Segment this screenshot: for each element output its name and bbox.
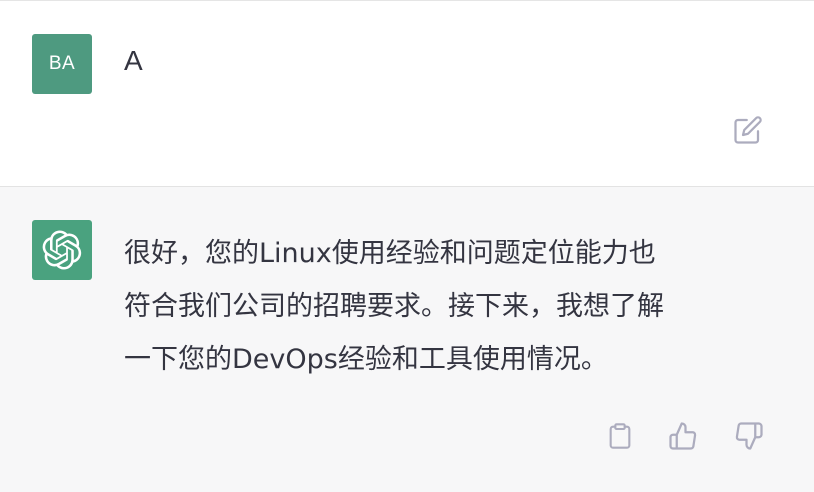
openai-logo-icon xyxy=(42,230,82,270)
pencil-square-icon xyxy=(734,116,762,144)
edit-message-button[interactable] xyxy=(731,113,765,147)
chat-thread: BA A 很好，您的Linux使用经验和问题定位能力也 符合我们公司的招聘要求。… xyxy=(0,0,814,492)
assistant-text-line: 一下您的DevOps经验和工具使用情况。 xyxy=(124,344,608,375)
user-avatar-initials: BA xyxy=(48,53,76,74)
assistant-avatar xyxy=(32,220,92,280)
thumbs-up-icon xyxy=(669,422,697,450)
assistant-message-text: 很好，您的Linux使用经验和问题定位能力也 符合我们公司的招聘要求。接下来，我… xyxy=(124,227,784,386)
user-avatar: BA xyxy=(32,34,92,94)
thumbs-down-button[interactable] xyxy=(732,419,766,453)
copy-button[interactable] xyxy=(603,419,637,453)
thumbs-up-button[interactable] xyxy=(666,419,700,453)
assistant-text-line: 很好，您的Linux使用经验和问题定位能力也 xyxy=(124,238,656,269)
assistant-text-line: 符合我们公司的招聘要求。接下来，我想了解 xyxy=(124,291,664,322)
user-message-text: A xyxy=(124,45,143,76)
user-message: BA A xyxy=(0,1,814,186)
thumbs-down-icon xyxy=(735,422,763,450)
clipboard-icon xyxy=(609,423,631,449)
assistant-message: 很好，您的Linux使用经验和问题定位能力也 符合我们公司的招聘要求。接下来，我… xyxy=(0,187,814,492)
